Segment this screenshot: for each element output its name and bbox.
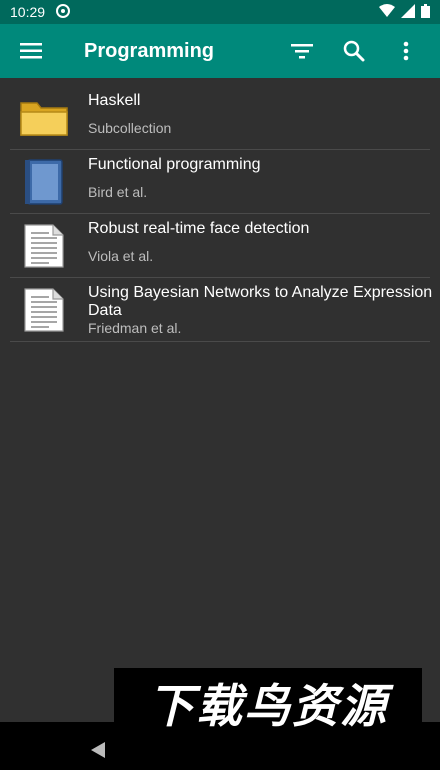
battery-icon [421, 3, 430, 21]
more-vertical-icon[interactable] [392, 37, 420, 65]
collection-list: Haskell Subcollection Functional program… [0, 86, 440, 342]
page-title: Programming [84, 39, 215, 62]
search-icon[interactable] [340, 37, 368, 65]
wifi-icon [379, 3, 395, 21]
item-title: Robust real-time face detection [88, 220, 310, 237]
back-icon[interactable] [84, 736, 112, 764]
item-subtitle: Subcollection [88, 120, 172, 136]
watermark: 下载鸟资源 [114, 668, 422, 738]
list-item[interactable]: Haskell Subcollection [0, 86, 440, 150]
sync-icon [55, 3, 71, 22]
list-item[interactable]: Robust real-time face detection Viola et… [0, 214, 440, 278]
divider [10, 341, 430, 342]
book-icon [0, 150, 88, 214]
item-title: Haskell [88, 92, 141, 109]
item-title: Functional programming [88, 156, 261, 173]
item-title: Using Bayesian Networks to Analyze Expre… [88, 284, 433, 319]
item-subtitle: Bird et al. [88, 184, 148, 200]
app-bar: Programming [0, 24, 440, 78]
item-subtitle: Viola et al. [88, 248, 154, 264]
item-subtitle: Friedman et al. [88, 320, 182, 336]
list-item[interactable]: Using Bayesian Networks to Analyze Expre… [0, 278, 440, 342]
status-time: 10:29 [10, 4, 46, 20]
hamburger-menu-icon[interactable] [18, 37, 46, 65]
signal-icon [401, 3, 415, 21]
folder-icon [0, 86, 88, 150]
list-item[interactable]: Functional programming Bird et al. [0, 150, 440, 214]
document-icon [0, 214, 88, 278]
watermark-text: 下载鸟资源 [148, 679, 388, 733]
filter-icon[interactable] [288, 37, 316, 65]
status-bar: 10:29 [0, 0, 440, 24]
document-icon [0, 278, 88, 342]
